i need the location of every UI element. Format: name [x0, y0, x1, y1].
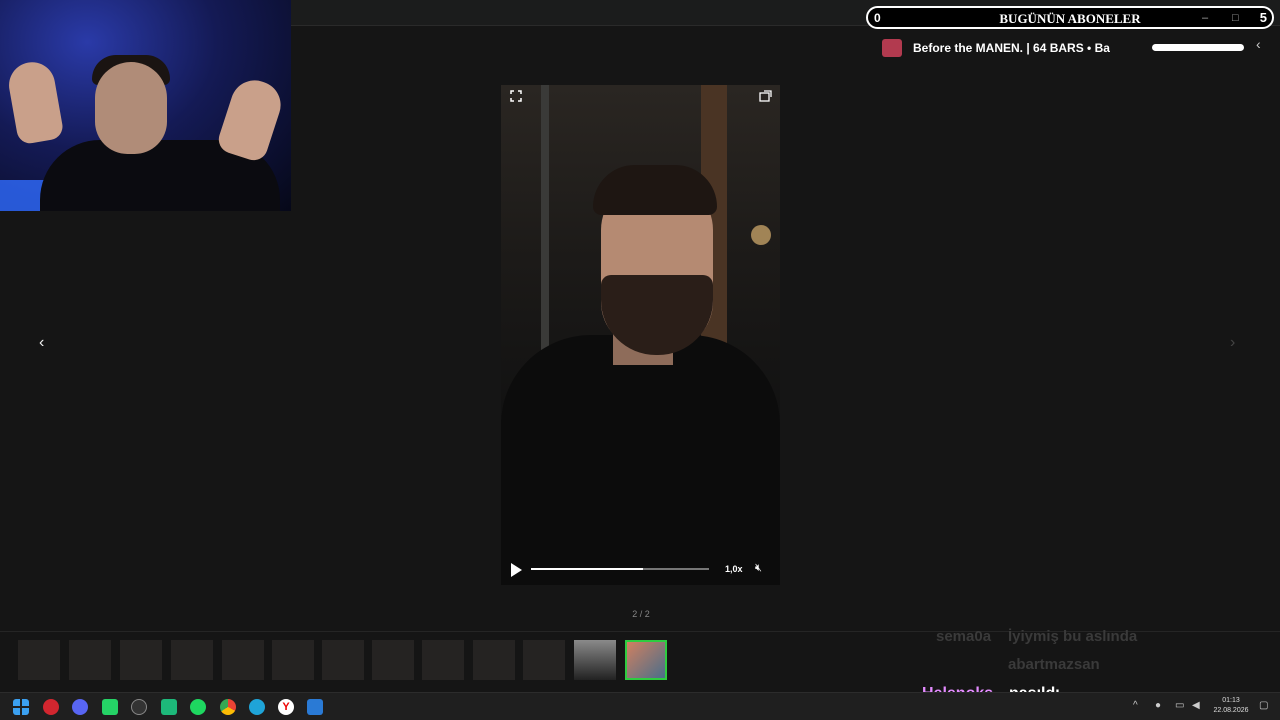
play-icon[interactable]	[511, 563, 522, 577]
chrome-icon[interactable]	[220, 699, 236, 715]
webcam-overlay	[0, 0, 291, 211]
subscriber-goal-bar: 0 BUGÜNÜN ABONELER – □ 5	[866, 6, 1274, 29]
media-counter: 2 / 2	[632, 609, 650, 619]
video-progress-fill	[531, 568, 644, 570]
edge-icon[interactable]	[249, 699, 265, 715]
chat-username: sema0a	[936, 628, 992, 645]
now-playing-ticker: Before the MANEN. | 64 BARS • Ba	[882, 38, 1142, 58]
video-player[interactable]: 1,0x 🔇︎	[501, 85, 780, 585]
ticker-progress-bar	[1152, 44, 1244, 51]
thumbnail[interactable]	[473, 640, 515, 680]
playback-speed-button[interactable]: 1,0x	[725, 564, 743, 574]
clock-time: 01:13	[1222, 697, 1240, 704]
app-window-icon[interactable]	[307, 699, 323, 715]
notifications-icon[interactable]: ▢	[1259, 700, 1268, 711]
video-progress-bar[interactable]	[531, 568, 709, 570]
discord-icon[interactable]	[72, 699, 88, 715]
volume-icon[interactable]: ◀	[1192, 700, 1200, 711]
subscriber-goal-title: BUGÜNÜN ABONELER	[999, 11, 1141, 26]
minimize-icon[interactable]: –	[1202, 12, 1208, 24]
spotify-icon[interactable]	[190, 699, 206, 715]
chevron-left-icon[interactable]: ‹	[1256, 36, 1261, 52]
thumbnail[interactable]	[69, 640, 111, 680]
fullscreen-icon[interactable]	[510, 90, 522, 102]
microphone-icon[interactable]: ●	[1155, 700, 1161, 711]
thumbnail[interactable]	[372, 640, 414, 680]
thumbnail[interactable]	[272, 640, 314, 680]
thumbnail[interactable]	[120, 640, 162, 680]
channel-logo-icon	[882, 39, 902, 57]
yandex-icon[interactable]: Y	[278, 699, 294, 715]
chevron-up-icon[interactable]: ^	[1133, 700, 1138, 711]
subscriber-goal-target: 5	[1259, 10, 1267, 25]
chatgpt-icon[interactable]	[131, 699, 147, 715]
ticker-text: Before the MANEN. | 64 BARS • Ba	[913, 41, 1110, 55]
taskbar: Y ^ ● ▭ ◀ 01:13 22.08.2026 ▢	[0, 692, 1280, 720]
thumbnail[interactable]	[222, 640, 264, 680]
previous-media-button[interactable]: ‹	[39, 334, 44, 352]
maximize-icon[interactable]: □	[1232, 12, 1239, 24]
windows-start-icon[interactable]	[13, 699, 29, 715]
next-media-button[interactable]: ›	[1230, 334, 1235, 352]
app-icon[interactable]	[161, 699, 177, 715]
thumbnail[interactable]	[322, 640, 364, 680]
thumbnail[interactable]	[523, 640, 565, 680]
clock-date: 22.08.2026	[1213, 707, 1249, 714]
thumbnail[interactable]	[574, 640, 616, 680]
mute-icon[interactable]: 🔇︎	[755, 562, 762, 575]
thumbnail[interactable]	[422, 640, 464, 680]
chat-message: İyiymiş bu aslında	[1008, 628, 1138, 645]
thumbnail[interactable]	[18, 640, 60, 680]
taskbar-clock[interactable]: 01:13 22.08.2026	[1208, 696, 1254, 716]
network-icon[interactable]: ▭	[1175, 700, 1184, 711]
opera-icon[interactable]	[43, 699, 59, 715]
chat-message: abartmazsan	[1008, 656, 1100, 673]
thumbnail[interactable]	[171, 640, 213, 680]
whatsapp-icon[interactable]	[102, 699, 118, 715]
thumbnail-active[interactable]	[625, 640, 667, 680]
popout-icon[interactable]	[759, 90, 772, 102]
